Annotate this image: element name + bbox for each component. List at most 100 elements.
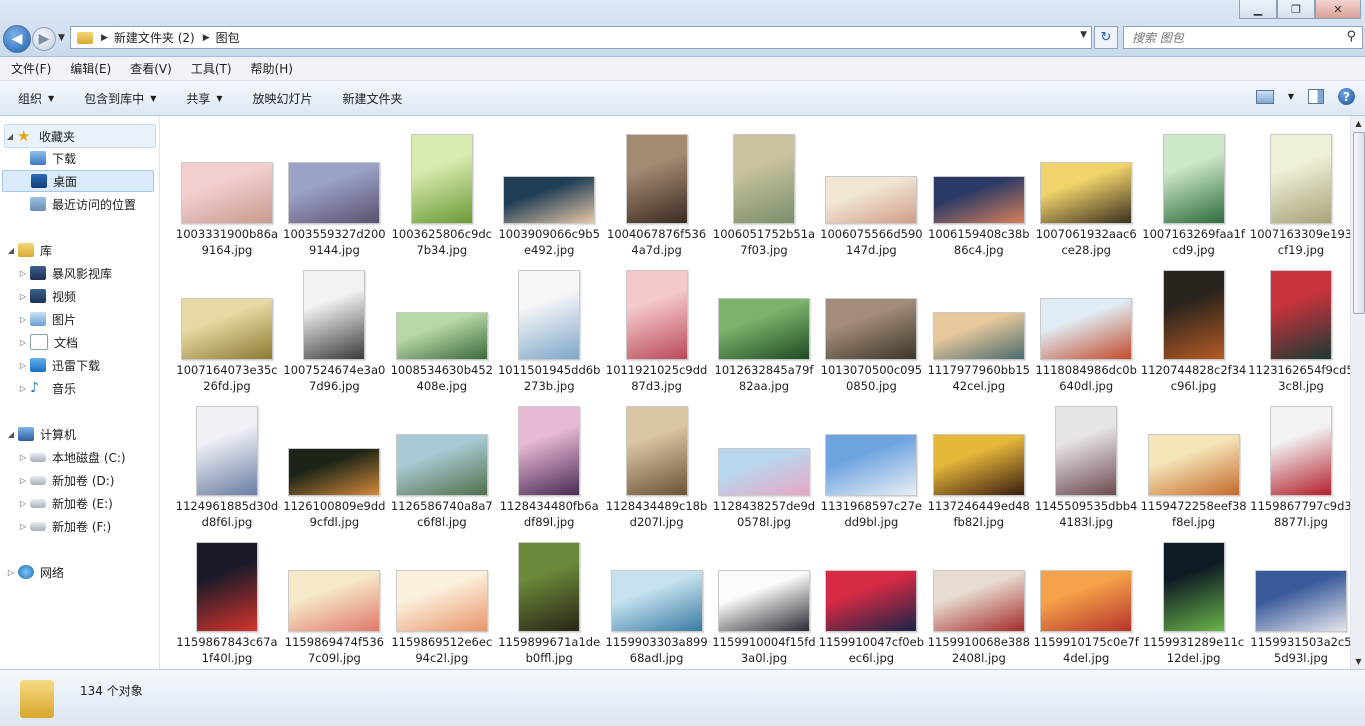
file-item[interactable]: 1118084986dc0b640dl.jpg xyxy=(1033,260,1139,394)
scroll-down-arrow-icon[interactable]: ▼ xyxy=(1351,654,1365,669)
image-thumbnail[interactable] xyxy=(288,162,381,224)
file-item[interactable]: 1120744828c2f34c96l.jpg xyxy=(1141,260,1247,394)
collapse-icon[interactable]: ◢ xyxy=(6,430,16,439)
image-thumbnail[interactable] xyxy=(303,270,366,360)
image-thumbnail[interactable] xyxy=(932,176,1025,224)
file-item[interactable]: 1007163269faa1fcd9.jpg xyxy=(1141,124,1247,258)
expand-icon[interactable]: ▷ xyxy=(18,522,28,531)
file-item[interactable]: 1124961885d30dd8f6l.jpg xyxy=(174,396,280,530)
file-item[interactable]: 1159910175c0e7f4del.jpg xyxy=(1033,532,1139,666)
image-thumbnail[interactable] xyxy=(410,134,473,224)
image-thumbnail[interactable] xyxy=(288,448,381,496)
menu-help[interactable]: 帮助(H) xyxy=(243,60,301,77)
search-icon[interactable]: ⚲ xyxy=(1346,29,1356,44)
help-icon[interactable]: ? xyxy=(1338,88,1355,105)
file-item[interactable]: 1128438257de9d0578l.jpg xyxy=(711,396,817,530)
nav-network[interactable]: ▷ 网络 xyxy=(6,561,64,583)
image-thumbnail[interactable] xyxy=(625,270,688,360)
file-item[interactable]: 1159472258eef38f8el.jpg xyxy=(1141,396,1247,530)
expand-icon[interactable]: ▷ xyxy=(18,499,28,508)
share-button[interactable]: 共享 ▼ xyxy=(186,90,222,107)
nav-desktop[interactable]: 桌面 xyxy=(2,170,154,192)
preview-pane-icon[interactable] xyxy=(1308,89,1324,104)
scrollbar-thumb[interactable] xyxy=(1353,132,1365,314)
search-box[interactable]: ⚲ xyxy=(1123,26,1363,49)
nav-drive-e[interactable]: ▷ 新加卷 (E:) xyxy=(18,492,113,514)
image-thumbnail[interactable] xyxy=(932,434,1025,496)
image-thumbnail[interactable] xyxy=(610,570,703,632)
recent-pages-dropdown[interactable]: ▼ xyxy=(58,33,65,43)
image-thumbnail[interactable] xyxy=(518,542,581,632)
file-item[interactable]: 1137246449ed48fb82l.jpg xyxy=(926,396,1032,530)
file-item[interactable]: 1003625806c9dc7b34.jpg xyxy=(389,124,495,258)
close-button[interactable]: ✕ xyxy=(1315,0,1361,19)
menu-edit[interactable]: 编辑(E) xyxy=(62,60,119,77)
file-item[interactable]: 1117977960bb1542cel.jpg xyxy=(926,260,1032,394)
image-thumbnail[interactable] xyxy=(625,134,688,224)
include-in-library-button[interactable]: 包含到库中 ▼ xyxy=(84,90,156,107)
nav-library-baofeng[interactable]: ▷ 暴风影视库 xyxy=(18,262,112,284)
menu-tools[interactable]: 工具(T) xyxy=(183,60,240,77)
image-thumbnail[interactable] xyxy=(181,298,273,360)
address-dropdown-icon[interactable]: ▼ xyxy=(1080,30,1087,40)
collapse-icon[interactable]: ◢ xyxy=(5,132,15,141)
menu-view[interactable]: 查看(V) xyxy=(122,60,180,77)
image-thumbnail[interactable] xyxy=(1040,298,1133,360)
image-thumbnail[interactable] xyxy=(718,298,810,360)
file-item[interactable]: 1003909066c9b5e492.jpg xyxy=(496,124,602,258)
nav-library-xunlei[interactable]: ▷ 迅雷下载 xyxy=(18,354,100,376)
image-thumbnail[interactable] xyxy=(932,312,1025,360)
vertical-scrollbar[interactable]: ▲ ▼ xyxy=(1350,116,1365,669)
image-thumbnail[interactable] xyxy=(718,570,810,632)
file-item[interactable]: 1159869474f5367c09l.jpg xyxy=(281,532,387,666)
collapse-icon[interactable]: ◢ xyxy=(6,246,16,255)
file-item[interactable]: 1007164073e35c26fd.jpg xyxy=(174,260,280,394)
image-thumbnail[interactable] xyxy=(1255,570,1347,632)
image-thumbnail[interactable] xyxy=(1162,134,1225,224)
nav-drive-f[interactable]: ▷ 新加卷 (F:) xyxy=(18,515,111,537)
expand-icon[interactable]: ▷ xyxy=(18,384,28,393)
image-thumbnail[interactable] xyxy=(395,570,488,632)
image-thumbnail[interactable] xyxy=(825,176,918,224)
file-item[interactable]: 1159869512e6ec94c2l.jpg xyxy=(389,532,495,666)
image-thumbnail[interactable] xyxy=(1270,270,1332,360)
back-button[interactable]: ◀ xyxy=(3,25,31,53)
organize-button[interactable]: 组织 ▼ xyxy=(18,90,54,107)
expand-icon[interactable]: ▷ xyxy=(18,315,28,324)
image-thumbnail[interactable] xyxy=(395,434,488,496)
scroll-up-arrow-icon[interactable]: ▲ xyxy=(1351,116,1365,131)
image-thumbnail[interactable] xyxy=(288,570,381,632)
file-item[interactable]: 1131968597c27edd9bl.jpg xyxy=(818,396,924,530)
refresh-button[interactable]: ↻ xyxy=(1094,26,1118,49)
nav-library-pictures[interactable]: ▷ 图片 xyxy=(18,308,76,330)
file-item[interactable]: 1011921025c9dd87d3.jpg xyxy=(604,260,710,394)
nav-libraries[interactable]: ◢ 库 xyxy=(6,239,52,261)
file-item[interactable]: 1159931503a2c55d93l.jpg xyxy=(1248,532,1350,666)
image-thumbnail[interactable] xyxy=(825,298,918,360)
file-item[interactable]: 1159867843c67a1f40l.jpg xyxy=(174,532,280,666)
file-item[interactable]: 1159867797c9d38877l.jpg xyxy=(1248,396,1350,530)
nav-recent-places[interactable]: 最近访问的位置 xyxy=(30,193,136,215)
image-thumbnail[interactable] xyxy=(1040,162,1133,224)
nav-favorites[interactable]: ◢ ★ 收藏夹 xyxy=(4,124,156,148)
nav-library-videos[interactable]: ▷ 视频 xyxy=(18,285,76,307)
expand-icon[interactable]: ▷ xyxy=(6,568,16,577)
forward-button[interactable]: ▶ xyxy=(32,27,56,51)
file-item[interactable]: 1012632845a79f82aa.jpg xyxy=(711,260,817,394)
file-item[interactable]: 1159910004f15fd3a0l.jpg xyxy=(711,532,817,666)
chevron-right-icon[interactable]: ▶ xyxy=(101,33,108,43)
minimize-button[interactable]: ▁ xyxy=(1239,0,1277,19)
image-thumbnail[interactable] xyxy=(625,406,688,496)
image-thumbnail[interactable] xyxy=(1162,270,1225,360)
file-item[interactable]: 1159931289e11c12del.jpg xyxy=(1141,532,1247,666)
chevron-right-icon[interactable]: ▶ xyxy=(203,33,210,43)
image-thumbnail[interactable] xyxy=(718,448,810,496)
new-folder-button[interactable]: 新建文件夹 xyxy=(343,90,403,107)
file-item[interactable]: 1159910068e3882408l.jpg xyxy=(926,532,1032,666)
file-item[interactable]: 1145509535dbb44183l.jpg xyxy=(1033,396,1139,530)
image-thumbnail[interactable] xyxy=(196,542,258,632)
file-item[interactable]: 1006051752b51a7f03.jpg xyxy=(711,124,817,258)
image-thumbnail[interactable] xyxy=(825,570,918,632)
file-item[interactable]: 1003559327d2009144.jpg xyxy=(281,124,387,258)
menu-file[interactable]: 文件(F) xyxy=(3,60,59,77)
